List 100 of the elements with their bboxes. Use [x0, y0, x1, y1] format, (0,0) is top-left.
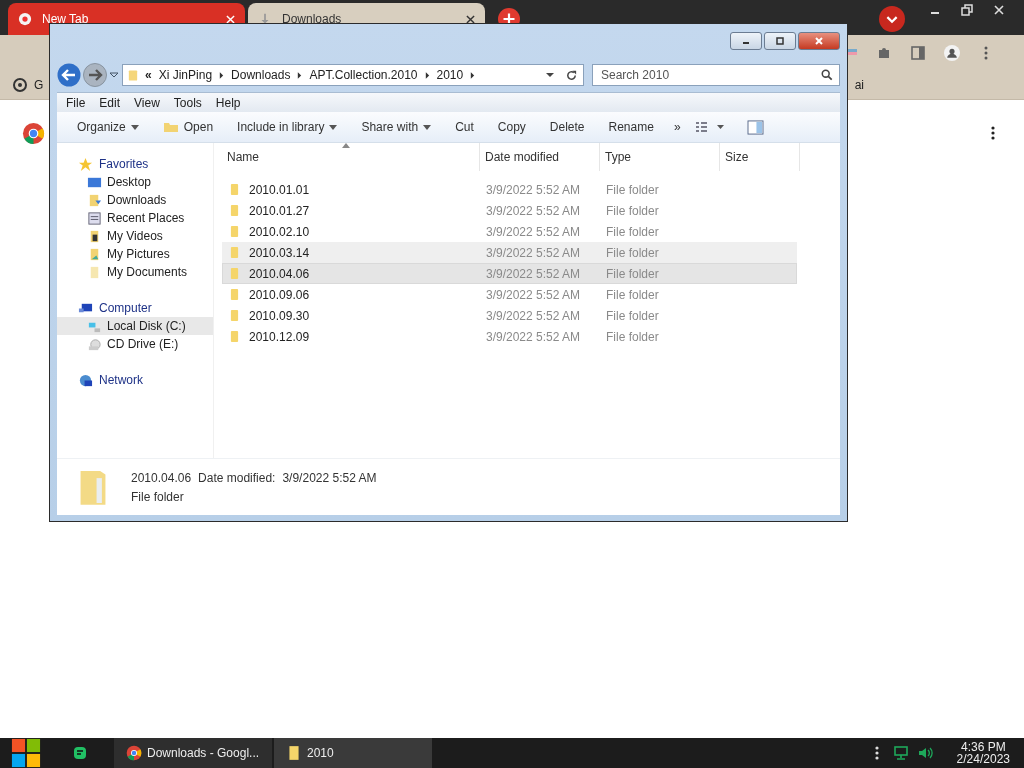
breadcrumb-overflow[interactable]: « [145, 68, 152, 82]
back-button[interactable] [57, 63, 81, 87]
caret-icon [130, 124, 139, 130]
cd-drive-icon [87, 336, 102, 352]
chrome-logo-icon [18, 12, 32, 26]
file-type: File folder [131, 489, 185, 504]
download-folder-icon [87, 192, 102, 208]
nav-item[interactable]: My Pictures [57, 245, 213, 263]
date-value: 3/9/2022 5:52 AM [282, 470, 377, 485]
breadcrumb-item[interactable]: 2010 [436, 68, 464, 82]
folder-icon [230, 183, 239, 196]
chrome-logo-icon [126, 745, 142, 761]
menu-item[interactable]: Help [210, 95, 246, 110]
star-icon [78, 156, 93, 172]
nav-item[interactable]: Downloads [57, 191, 213, 209]
file-row[interactable]: 2010.04.06 3/9/2022 5:52 AM File folder [222, 263, 797, 284]
network-icon[interactable] [892, 745, 909, 761]
file-row[interactable]: 2010.01.01 3/9/2022 5:52 AM File folder [222, 179, 797, 200]
close-button[interactable] [798, 32, 840, 50]
close-icon [814, 36, 824, 46]
more-button[interactable]: » [665, 117, 693, 137]
more-menu-icon[interactable] [990, 125, 996, 141]
bookmark-link[interactable]: G [34, 78, 44, 92]
file-row[interactable]: 2010.01.27 3/9/2022 5:52 AM File folder [222, 200, 797, 221]
file-row[interactable]: 2010.09.30 3/9/2022 5:52 AM File folder [222, 305, 797, 326]
folder-icon [230, 330, 239, 343]
nav-item[interactable]: Recent Places [57, 209, 213, 227]
maximize-button[interactable] [764, 32, 796, 50]
sort-arrow-icon [342, 143, 350, 148]
taskbar-button[interactable]: 2010 [274, 738, 434, 768]
chevron-right-icon[interactable] [297, 71, 303, 79]
nav-group[interactable]: Network [57, 371, 213, 389]
file-row[interactable]: 2010.09.06 3/9/2022 5:52 AM File folder [222, 284, 797, 305]
network-icon [78, 372, 93, 388]
minimize-button[interactable] [730, 32, 762, 50]
column-header[interactable]: Size [720, 143, 800, 171]
toolbar-button[interactable]: Share with [349, 117, 444, 137]
search-icon [821, 69, 833, 81]
close-icon[interactable] [466, 14, 475, 24]
nav-group[interactable]: Computer [57, 299, 213, 317]
caret-icon [423, 124, 432, 130]
nav-item[interactable]: Local Disk (C:) [57, 317, 213, 335]
nav-item[interactable]: My Documents [57, 263, 213, 281]
nav-item[interactable]: Desktop [57, 173, 213, 191]
toolbar-button[interactable]: Open [150, 117, 226, 137]
clock[interactable]: 4:36 PM 2/24/2023 [940, 741, 1024, 765]
puzzle-icon[interactable] [876, 45, 892, 61]
chevron-right-icon[interactable] [470, 71, 476, 79]
column-header[interactable]: Name [222, 143, 480, 171]
folder-icon [128, 68, 138, 82]
nav-item[interactable]: My Videos [57, 227, 213, 245]
menu-item[interactable]: File [61, 95, 91, 110]
forward-button[interactable] [83, 63, 107, 87]
folder-icon [230, 204, 239, 217]
file-row[interactable]: 2010.12.09 3/9/2022 5:52 AM File folder [222, 326, 797, 347]
toolbar-button[interactable]: Cut [443, 117, 486, 137]
search-field[interactable]: Search 2010 [592, 64, 840, 86]
nav-item[interactable]: CD Drive (E:) [57, 335, 213, 353]
taskbar-button[interactable]: Downloads - Googl... [114, 738, 274, 768]
chevron-right-icon[interactable] [219, 71, 225, 79]
maximize-icon [775, 36, 785, 46]
menu-item[interactable]: View [129, 95, 165, 110]
caret-icon[interactable] [109, 70, 119, 80]
toolbar-button[interactable]: Organize [65, 117, 151, 137]
chevron-down-button[interactable] [879, 6, 905, 32]
breadcrumb-item[interactable]: Downloads [231, 68, 291, 82]
nav-group[interactable]: Favorites [57, 155, 213, 173]
column-header[interactable]: Type [600, 143, 720, 171]
folder-icon [230, 267, 239, 280]
toolbar-button[interactable]: Include in library [225, 117, 350, 137]
toolbar-button[interactable]: Copy [485, 117, 538, 137]
breadcrumb-item[interactable]: APT.Collection.2010 [309, 68, 418, 82]
date-label: Date modified: [198, 470, 276, 485]
address-bar[interactable]: « Xi JinPing Downloads APT.Collection.2010 2010 [122, 64, 584, 86]
chevron-right-icon[interactable] [424, 71, 430, 79]
start-button[interactable] [10, 738, 42, 768]
volume-icon[interactable] [916, 745, 933, 761]
bookmark-link[interactable]: ai [854, 78, 864, 92]
folder-icon [230, 246, 239, 259]
file-row[interactable]: 2010.03.14 3/9/2022 5:52 AM File folder [222, 242, 797, 263]
file-name: 2010.04.06 [131, 470, 192, 485]
bookmark-icon[interactable] [12, 77, 28, 93]
profile-icon[interactable] [944, 45, 960, 61]
caret-icon [329, 124, 338, 130]
file-row[interactable]: 2010.02.10 3/9/2022 5:52 AM File folder [222, 221, 797, 242]
side-panel-icon[interactable] [910, 45, 926, 61]
close-icon[interactable] [992, 3, 1006, 17]
restore-icon[interactable] [960, 3, 974, 17]
menu-item[interactable]: Edit [94, 95, 126, 110]
recent-places-icon [87, 210, 102, 226]
toolbar-button[interactable]: Rename [596, 117, 666, 137]
menu-item[interactable]: Tools [168, 95, 207, 110]
folder-icon [230, 288, 239, 301]
refresh-icon[interactable] [565, 68, 578, 82]
folder-icon [230, 309, 239, 322]
chat-app-icon[interactable] [72, 745, 88, 761]
breadcrumb-item[interactable]: Xi JinPing [158, 68, 213, 82]
column-header[interactable]: Date modified [480, 143, 600, 171]
folder-icon [286, 745, 302, 761]
toolbar-button[interactable]: Delete [537, 117, 597, 137]
